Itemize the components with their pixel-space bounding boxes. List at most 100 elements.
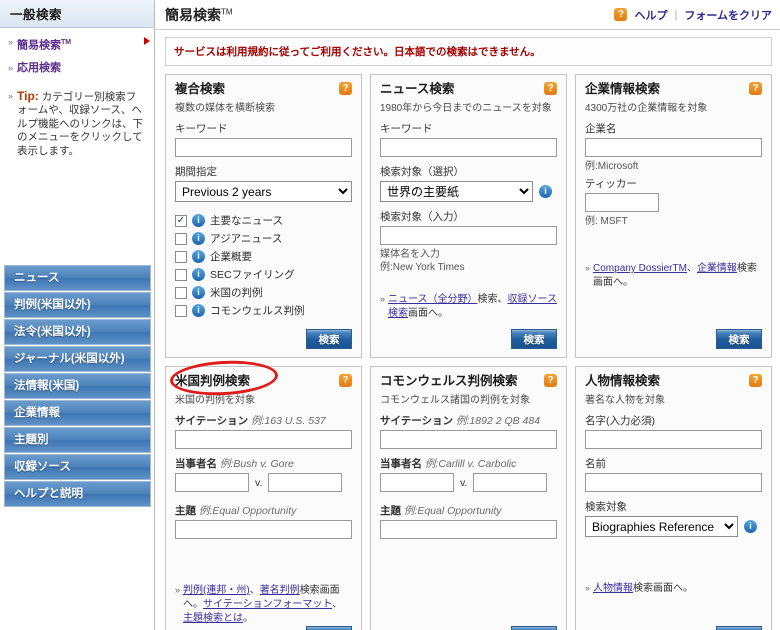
period-select[interactable]: Previous 2 years	[175, 181, 352, 202]
bullet-icon: »	[8, 90, 14, 101]
checkbox-us-caselaw[interactable]	[175, 286, 187, 299]
company-dossier-link[interactable]: Company DossierTM	[593, 263, 687, 274]
people-info-link[interactable]: 人物情報	[593, 583, 633, 594]
search-button[interactable]: 検索	[511, 329, 557, 349]
checkbox-asia-news[interactable]	[175, 232, 187, 245]
party-example: 例:Bush v. Gore	[219, 458, 294, 470]
subject-example: 例:Equal Opportunity	[198, 505, 297, 517]
firstname-input[interactable]	[585, 473, 762, 492]
about-subject-search-link[interactable]: 主題検索とは	[183, 613, 243, 624]
help-icon[interactable]: ?	[339, 374, 352, 387]
ticker-input[interactable]	[585, 193, 659, 212]
keyword-input[interactable]	[380, 138, 557, 157]
search-button[interactable]: 検索	[716, 626, 762, 630]
help-icon[interactable]: ?	[749, 82, 762, 95]
header-actions: ? ヘルプ | フォームをクリア	[614, 7, 772, 23]
panel-links: » 人物情報検索画面へ。	[585, 576, 762, 596]
panel-title: 米国判例検索	[175, 374, 251, 388]
info-icon[interactable]: i	[192, 268, 205, 281]
source-input-label: 検索対象（入力）	[380, 211, 464, 223]
news-all-link[interactable]: ニュース（全分野）	[388, 294, 478, 305]
sidebar-item-help[interactable]: ヘルプと説明	[4, 481, 151, 507]
search-button[interactable]: 検索	[306, 626, 352, 630]
subject-input[interactable]	[380, 520, 557, 539]
sidebar-item-by-subject[interactable]: 主題別	[4, 427, 151, 453]
sidebar-link-simple-search-label: 簡易検索	[17, 39, 62, 52]
sidebar-item-company-info[interactable]: 企業情報	[4, 400, 151, 426]
citation-format-link[interactable]: サイテーションフォーマット	[203, 599, 332, 610]
bullet-icon: »	[380, 294, 386, 304]
party2-input[interactable]	[473, 473, 548, 492]
firstname-label: 名前	[585, 458, 606, 470]
panel-links-text: ニュース（全分野）検索、収録ソース検索画面へ。	[388, 293, 557, 321]
target-select[interactable]: Biographies Reference	[585, 516, 738, 537]
checkbox-label: 企業概要	[210, 251, 252, 263]
panel-us-caselaw-search: 米国判例検索 ? 米国の判例を対象 サイテーション 例:163 U.S. 537…	[165, 358, 362, 630]
citation-input[interactable]	[175, 430, 352, 449]
info-icon[interactable]: i	[192, 250, 205, 263]
checkbox-label: SECファイリング	[210, 269, 295, 281]
party1-input[interactable]	[175, 473, 249, 492]
panel-header: 米国判例検索 ?	[175, 374, 352, 389]
clear-form-link[interactable]: フォームをクリア	[684, 7, 772, 23]
sidebar-link-simple-search[interactable]: 簡易検索TM	[17, 36, 71, 53]
info-icon[interactable]: i	[192, 304, 205, 317]
search-button[interactable]: 検索	[306, 329, 352, 349]
company-name-input[interactable]	[585, 138, 762, 157]
sidebar-item-simple-search[interactable]: » 簡易検索TM	[8, 36, 150, 53]
ticker-label: ティッカー	[585, 178, 637, 190]
checkbox-sec-filings[interactable]	[175, 268, 187, 281]
checkbox-row[interactable]: i 米国の判例	[175, 285, 352, 300]
button-row: 検索	[585, 626, 762, 630]
company-info-link[interactable]: 企業情報	[697, 263, 737, 274]
sidebar-item-caselaw-non-us[interactable]: 判例(米国以外)	[4, 292, 151, 318]
checkbox-company-profile[interactable]	[175, 250, 187, 263]
checkbox-row[interactable]: i コモンウェルス判例	[175, 303, 352, 318]
search-button[interactable]: 検索	[511, 626, 557, 630]
caselaw-federal-state-link[interactable]: 判例(連邦・州)	[183, 585, 250, 596]
help-link[interactable]: ヘルプ	[634, 7, 667, 23]
party2-input[interactable]	[268, 473, 343, 492]
sidebar-item-sources[interactable]: 収録ソース	[4, 454, 151, 480]
subject-example: 例:Equal Opportunity	[403, 505, 502, 517]
party-label-text: 当事者名	[175, 458, 217, 470]
button-row: 検索	[175, 329, 352, 349]
party1-input[interactable]	[380, 473, 454, 492]
company-name-example: 例:Microsoft	[585, 161, 639, 172]
citation-input[interactable]	[380, 430, 557, 449]
panel-subtitle: 複数の媒体を横断検索	[175, 103, 275, 114]
sidebar-link-advanced-search[interactable]: 応用検索	[17, 62, 61, 75]
link-text: 検索画面へ。	[633, 583, 694, 594]
source-select[interactable]: 世界の主要紙	[380, 181, 533, 202]
sidebar-item-journals-non-us[interactable]: ジャーナル(米国以外)	[4, 346, 151, 372]
checkbox-major-news[interactable]: ✓	[175, 214, 187, 227]
keyword-input[interactable]	[175, 138, 352, 157]
info-icon[interactable]: i	[192, 214, 205, 227]
checkbox-row[interactable]: i アジアニュース	[175, 231, 352, 246]
subject-input[interactable]	[175, 520, 352, 539]
panel-subtitle: 4300万社の企業情報を対象	[585, 103, 708, 114]
checkbox-row[interactable]: ✓ i 主要なニュース	[175, 213, 352, 228]
info-icon[interactable]: i	[539, 185, 552, 198]
checkbox-row[interactable]: i SECファイリング	[175, 267, 352, 282]
help-icon[interactable]: ?	[614, 8, 628, 21]
help-icon[interactable]: ?	[544, 82, 557, 95]
sidebar-item-advanced-search[interactable]: » 応用検索	[8, 62, 148, 75]
sidebar-item-statutes-non-us[interactable]: 法令(米国以外)	[4, 319, 151, 345]
help-icon[interactable]: ?	[339, 82, 352, 95]
help-icon[interactable]: ?	[544, 374, 557, 387]
lastname-input[interactable]	[585, 430, 762, 449]
info-icon[interactable]: i	[744, 520, 757, 533]
info-icon[interactable]: i	[192, 286, 205, 299]
sidebar-item-news[interactable]: ニュース	[4, 265, 151, 291]
sidebar-item-legal-us[interactable]: 法情報(米国)	[4, 373, 151, 399]
citation-label-text: サイテーション	[380, 415, 454, 427]
checkbox-commonwealth-caselaw[interactable]	[175, 304, 187, 317]
search-button[interactable]: 検索	[716, 329, 762, 349]
checkbox-row[interactable]: i 企業概要	[175, 249, 352, 264]
panel-commonwealth-caselaw-search: コモンウェルス判例検索 ? コモンウェルス諸国の判例を対象 サイテーション 例:…	[370, 366, 567, 630]
famous-cases-link[interactable]: 著名判例	[260, 585, 300, 596]
help-icon[interactable]: ?	[749, 374, 762, 387]
source-input[interactable]	[380, 226, 557, 245]
info-icon[interactable]: i	[192, 232, 205, 245]
